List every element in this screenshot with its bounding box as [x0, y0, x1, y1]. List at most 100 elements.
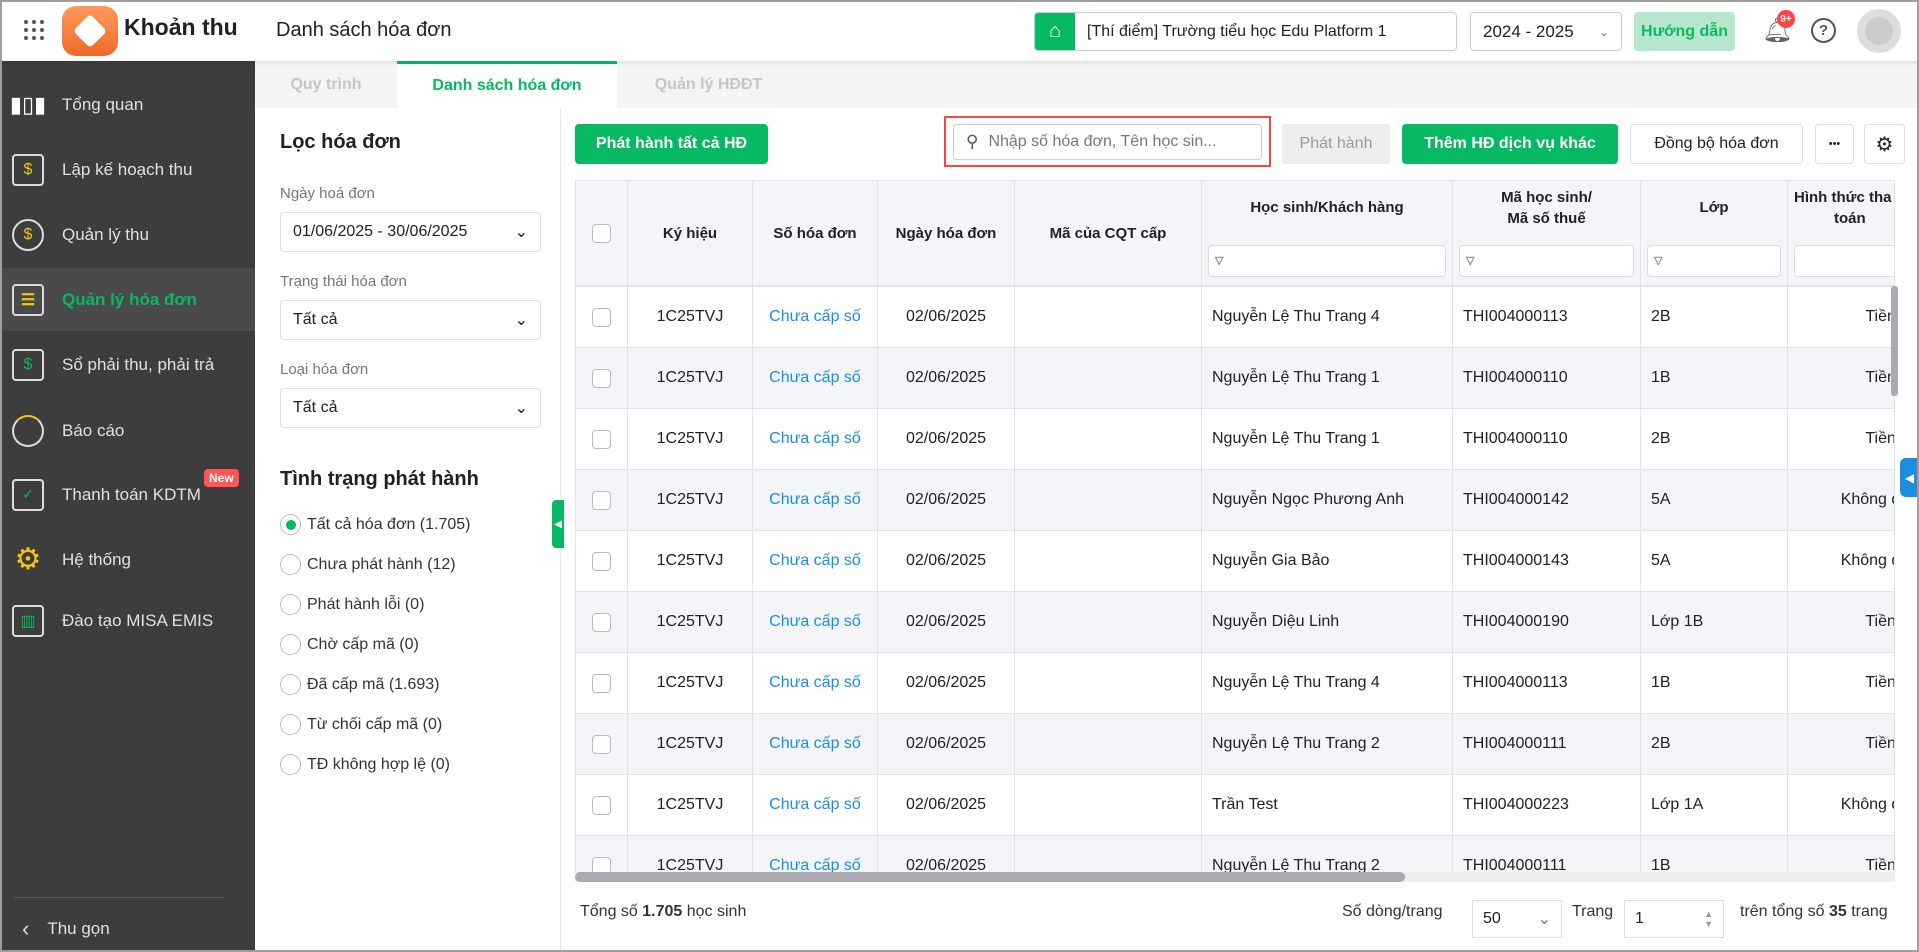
cell-invoice-number[interactable]: Chưa cấp số	[753, 531, 878, 591]
issue-all-button[interactable]: Phát hành tất cả HĐ	[575, 124, 768, 164]
filter-toggle-button[interactable]: ◀	[552, 500, 564, 548]
invoice-number-text[interactable]: Chưa cấp số	[769, 613, 861, 631]
date-range-select[interactable]: 01/06/2025 - 30/06/2025 ⌄	[280, 212, 541, 252]
header-student-code[interactable]: Mã học sinh/Mã số thuế ▽	[1453, 181, 1641, 285]
row-checkbox-cell[interactable]	[576, 531, 628, 591]
apps-grid-icon[interactable]	[24, 20, 44, 40]
row-checkbox[interactable]	[592, 795, 611, 815]
header-payment-method[interactable]: Hình thức tha toán	[1788, 181, 1894, 285]
row-checkbox-cell[interactable]	[576, 348, 628, 408]
cell-invoice-number[interactable]: Chưa cấp số	[753, 409, 878, 469]
table-row[interactable]: 1C25TVJ Chưa cấp số 02/06/2025 Nguyễn Lệ Th…	[576, 348, 1894, 409]
tab-invoice-list[interactable]: Danh sách hóa đơn	[397, 61, 617, 108]
page-input[interactable]: 1 ▲ ▼	[1624, 900, 1724, 938]
invoice-number-text[interactable]: Chưa cấp số	[769, 735, 861, 753]
invoice-number-text[interactable]: Chưa cấp số	[769, 369, 861, 387]
select-all-checkbox[interactable]	[592, 223, 611, 243]
radio-coded[interactable]: Đã cấp mã (1.693)	[280, 674, 440, 695]
header-invoice-number[interactable]: Số hóa đơn	[753, 181, 878, 285]
school-selector[interactable]: ⌂ [Thí điểm] Trường tiểu học Edu Platform…	[1034, 12, 1457, 51]
sidebar-item-reports[interactable]: Báo cáo	[0, 399, 255, 462]
cell-invoice-number[interactable]: Chưa cấp số	[753, 653, 878, 713]
cell-invoice-number[interactable]: Chưa cấp số	[753, 775, 878, 835]
header-class[interactable]: Lớp ▽	[1641, 181, 1788, 285]
header-tax-code[interactable]: Mã của CQT cấp	[1015, 181, 1202, 285]
settings-gear-icon[interactable]: ⚙	[1864, 124, 1905, 164]
sidebar-item-collect[interactable]: $ Quản lý thu	[0, 203, 255, 266]
help-icon[interactable]: ?	[1811, 18, 1836, 43]
table-row[interactable]: 1C25TVJ Chưa cấp số 02/06/2025 Nguyễn Lệ Th…	[576, 653, 1894, 714]
row-checkbox-cell[interactable]	[576, 653, 628, 713]
row-checkbox-cell[interactable]	[576, 287, 628, 347]
header-select-all[interactable]	[576, 181, 628, 285]
invoice-number-text[interactable]: Chưa cấp số	[769, 308, 861, 326]
guide-button[interactable]: Hướng dẫn	[1634, 12, 1735, 51]
type-select[interactable]: Tất cả ⌄	[280, 388, 541, 428]
row-checkbox[interactable]	[592, 490, 611, 510]
cell-invoice-number[interactable]: Chưa cấp số	[753, 714, 878, 774]
row-checkbox-cell[interactable]	[576, 836, 628, 874]
invoice-number-text[interactable]: Chưa cấp số	[769, 674, 861, 692]
row-checkbox[interactable]	[592, 368, 611, 388]
issue-button[interactable]: Phát hành	[1282, 124, 1390, 164]
invoice-number-text[interactable]: Chưa cấp số	[769, 430, 861, 448]
radio-rejected[interactable]: Từ chối cấp mã (0)	[280, 714, 442, 735]
search-box[interactable]: ⚲	[953, 124, 1262, 160]
tab-e-invoice[interactable]: Quản lý HĐĐT	[617, 61, 800, 108]
search-input[interactable]	[988, 133, 1249, 151]
header-symbol[interactable]: Ký hiệu	[628, 181, 753, 285]
stepper-icon[interactable]: ▲ ▼	[1704, 909, 1713, 929]
table-row[interactable]: 1C25TVJ Chưa cấp số 02/06/2025 Nguyễn Ngọc …	[576, 470, 1894, 531]
sidebar-item-system[interactable]: ⚙ Hệ thống	[0, 528, 255, 591]
invoice-number-text[interactable]: Chưa cấp số	[769, 796, 861, 814]
avatar[interactable]	[1857, 9, 1901, 53]
add-other-invoice-button[interactable]: Thêm HĐ dịch vụ khác	[1402, 124, 1618, 164]
radio-invalid[interactable]: TĐ không hợp lệ (0)	[280, 754, 450, 775]
cell-invoice-number[interactable]: Chưa cấp số	[753, 592, 878, 652]
sidebar-item-cashless[interactable]: ✓ Thanh toán KDTM New	[0, 463, 255, 526]
row-checkbox[interactable]	[592, 551, 611, 571]
student-filter-input[interactable]: ▽	[1208, 245, 1446, 277]
row-checkbox[interactable]	[592, 429, 611, 449]
horizontal-scrollbar[interactable]	[575, 872, 1895, 882]
row-checkbox[interactable]	[592, 734, 611, 754]
scrollbar-thumb[interactable]	[575, 872, 1405, 882]
cell-invoice-number[interactable]: Chưa cấp số	[753, 348, 878, 408]
table-row[interactable]: 1C25TVJ Chưa cấp số 02/06/2025 Trần Test THI…	[576, 775, 1894, 836]
cell-invoice-number[interactable]: Chưa cấp số	[753, 470, 878, 530]
more-button[interactable]: •••	[1815, 124, 1854, 164]
row-checkbox[interactable]	[592, 307, 611, 327]
radio-not-issued[interactable]: Chưa phát hành (12)	[280, 554, 456, 575]
side-panel-toggle[interactable]: ◀	[1900, 458, 1919, 497]
payment-filter-input[interactable]	[1794, 245, 1894, 277]
rows-per-page-select[interactable]: 50 ⌄	[1472, 900, 1562, 938]
student-code-filter-input[interactable]: ▽	[1459, 245, 1634, 277]
sync-invoices-button[interactable]: Đồng bộ hóa đơn	[1630, 124, 1803, 164]
row-checkbox-cell[interactable]	[576, 409, 628, 469]
row-checkbox-cell[interactable]	[576, 775, 628, 835]
table-row[interactable]: 1C25TVJ Chưa cấp số 02/06/2025 Nguyễn Lệ Th…	[576, 409, 1894, 470]
vertical-scrollbar[interactable]	[1891, 286, 1898, 396]
invoice-number-text[interactable]: Chưa cấp số	[769, 552, 861, 570]
cell-invoice-number[interactable]: Chưa cấp số	[753, 836, 878, 874]
row-checkbox-cell[interactable]	[576, 592, 628, 652]
sidebar-item-invoices[interactable]: ☰ Quản lý hóa đơn	[0, 268, 255, 331]
row-checkbox-cell[interactable]	[576, 714, 628, 774]
row-checkbox[interactable]	[592, 673, 611, 693]
sidebar-item-ledger[interactable]: $ Sổ phải thu, phải trả	[0, 333, 255, 396]
table-row[interactable]: 1C25TVJ Chưa cấp số 02/06/2025 Nguyễn Lệ Th…	[576, 287, 1894, 348]
row-checkbox-cell[interactable]	[576, 470, 628, 530]
radio-pending-code[interactable]: Chờ cấp mã (0)	[280, 634, 419, 655]
row-checkbox[interactable]	[592, 612, 611, 632]
year-select[interactable]: 2024 - 2025 ⌄	[1470, 12, 1622, 51]
radio-all[interactable]: Tất cả hóa đơn (1.705)	[280, 514, 470, 535]
sidebar-item-training[interactable]: ▥ Đào tạo MISA EMIS	[0, 589, 255, 652]
status-select[interactable]: Tất cả ⌄	[280, 300, 541, 340]
header-invoice-date[interactable]: Ngày hóa đơn	[878, 181, 1015, 285]
class-filter-input[interactable]: ▽	[1647, 245, 1781, 277]
sidebar-item-plan[interactable]: $ Lập kế hoạch thu	[0, 138, 255, 201]
collapse-sidebar-button[interactable]: ‹ Thu gọn	[14, 897, 224, 942]
invoice-number-text[interactable]: Chưa cấp số	[769, 491, 861, 509]
tab-process[interactable]: Quy trình	[255, 61, 397, 108]
sidebar-item-overview[interactable]: ▮▯▮ Tổng quan	[0, 73, 255, 136]
